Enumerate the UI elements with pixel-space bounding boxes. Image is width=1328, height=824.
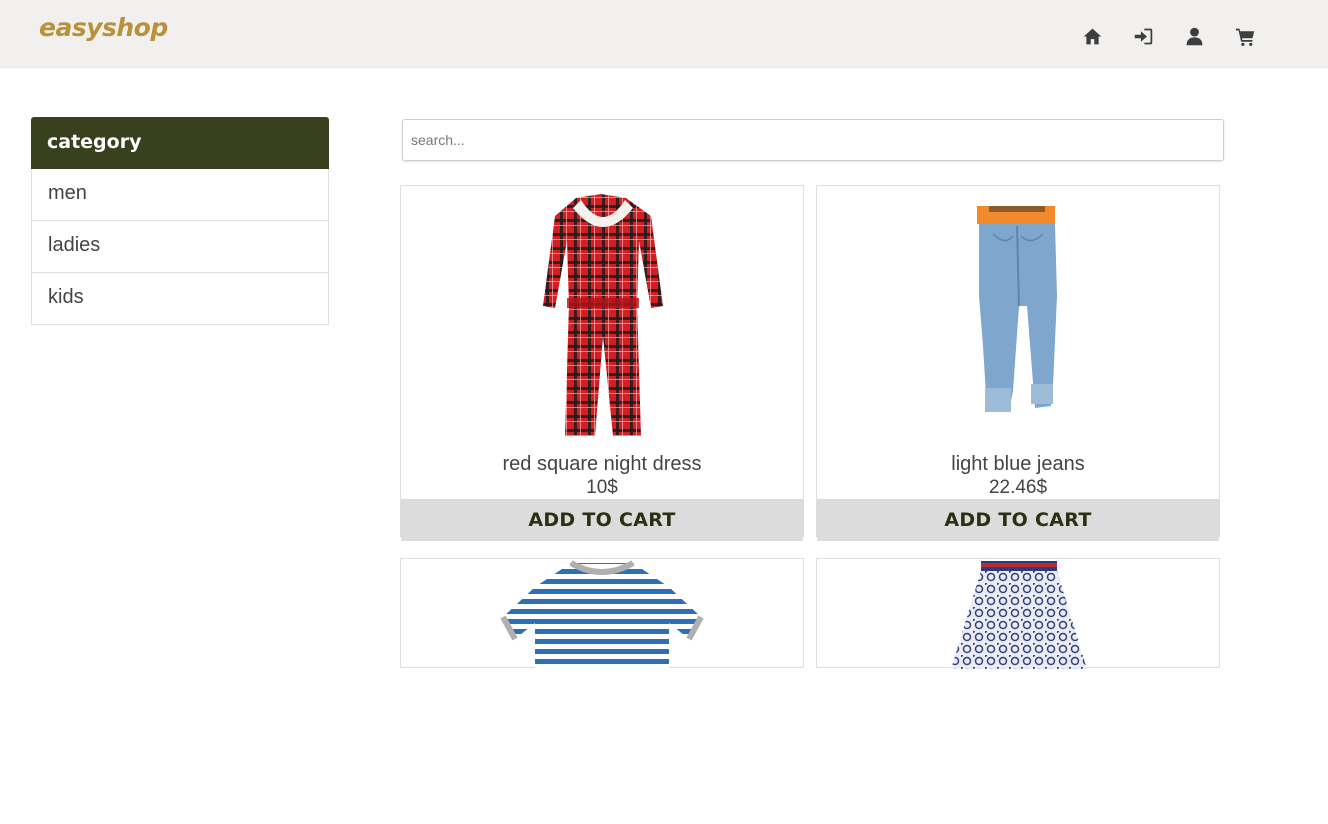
product-image-skirt[interactable] <box>817 559 1219 824</box>
add-to-cart-button[interactable]: ADD TO CART <box>401 499 803 541</box>
product-card: red square night dress 10$ ADD TO CART <box>400 185 804 541</box>
product-card <box>816 558 1220 669</box>
product-image-striped-shirt[interactable] <box>401 559 803 824</box>
nav-icon-group <box>1080 24 1284 48</box>
product-price: 10$ <box>586 477 618 498</box>
sign-in-icon[interactable] <box>1131 24 1155 48</box>
brand-logo[interactable]: easyshop <box>39 13 168 42</box>
product-name: light blue jeans <box>951 453 1085 475</box>
product-image-pajamas[interactable] <box>401 186 803 451</box>
product-image-jeans[interactable] <box>817 186 1219 451</box>
category-item-ladies[interactable]: ladies <box>31 221 329 273</box>
cart-icon[interactable] <box>1233 24 1257 48</box>
category-title: category <box>31 117 329 169</box>
user-icon[interactable] <box>1182 24 1206 48</box>
category-item-kids[interactable]: kids <box>31 273 329 325</box>
product-card <box>400 558 804 669</box>
search-input[interactable] <box>402 119 1224 161</box>
top-navbar: easyshop <box>0 0 1328 68</box>
product-card: light blue jeans 22.46$ ADD TO CART <box>816 185 1220 541</box>
product-name: red square night dress <box>502 453 702 475</box>
add-to-cart-button[interactable]: ADD TO CART <box>817 499 1219 541</box>
category-sidebar: category men ladies kids <box>31 117 329 325</box>
home-icon[interactable] <box>1080 24 1104 48</box>
category-item-men[interactable]: men <box>31 169 329 221</box>
product-price: 22.46$ <box>988 477 1048 498</box>
